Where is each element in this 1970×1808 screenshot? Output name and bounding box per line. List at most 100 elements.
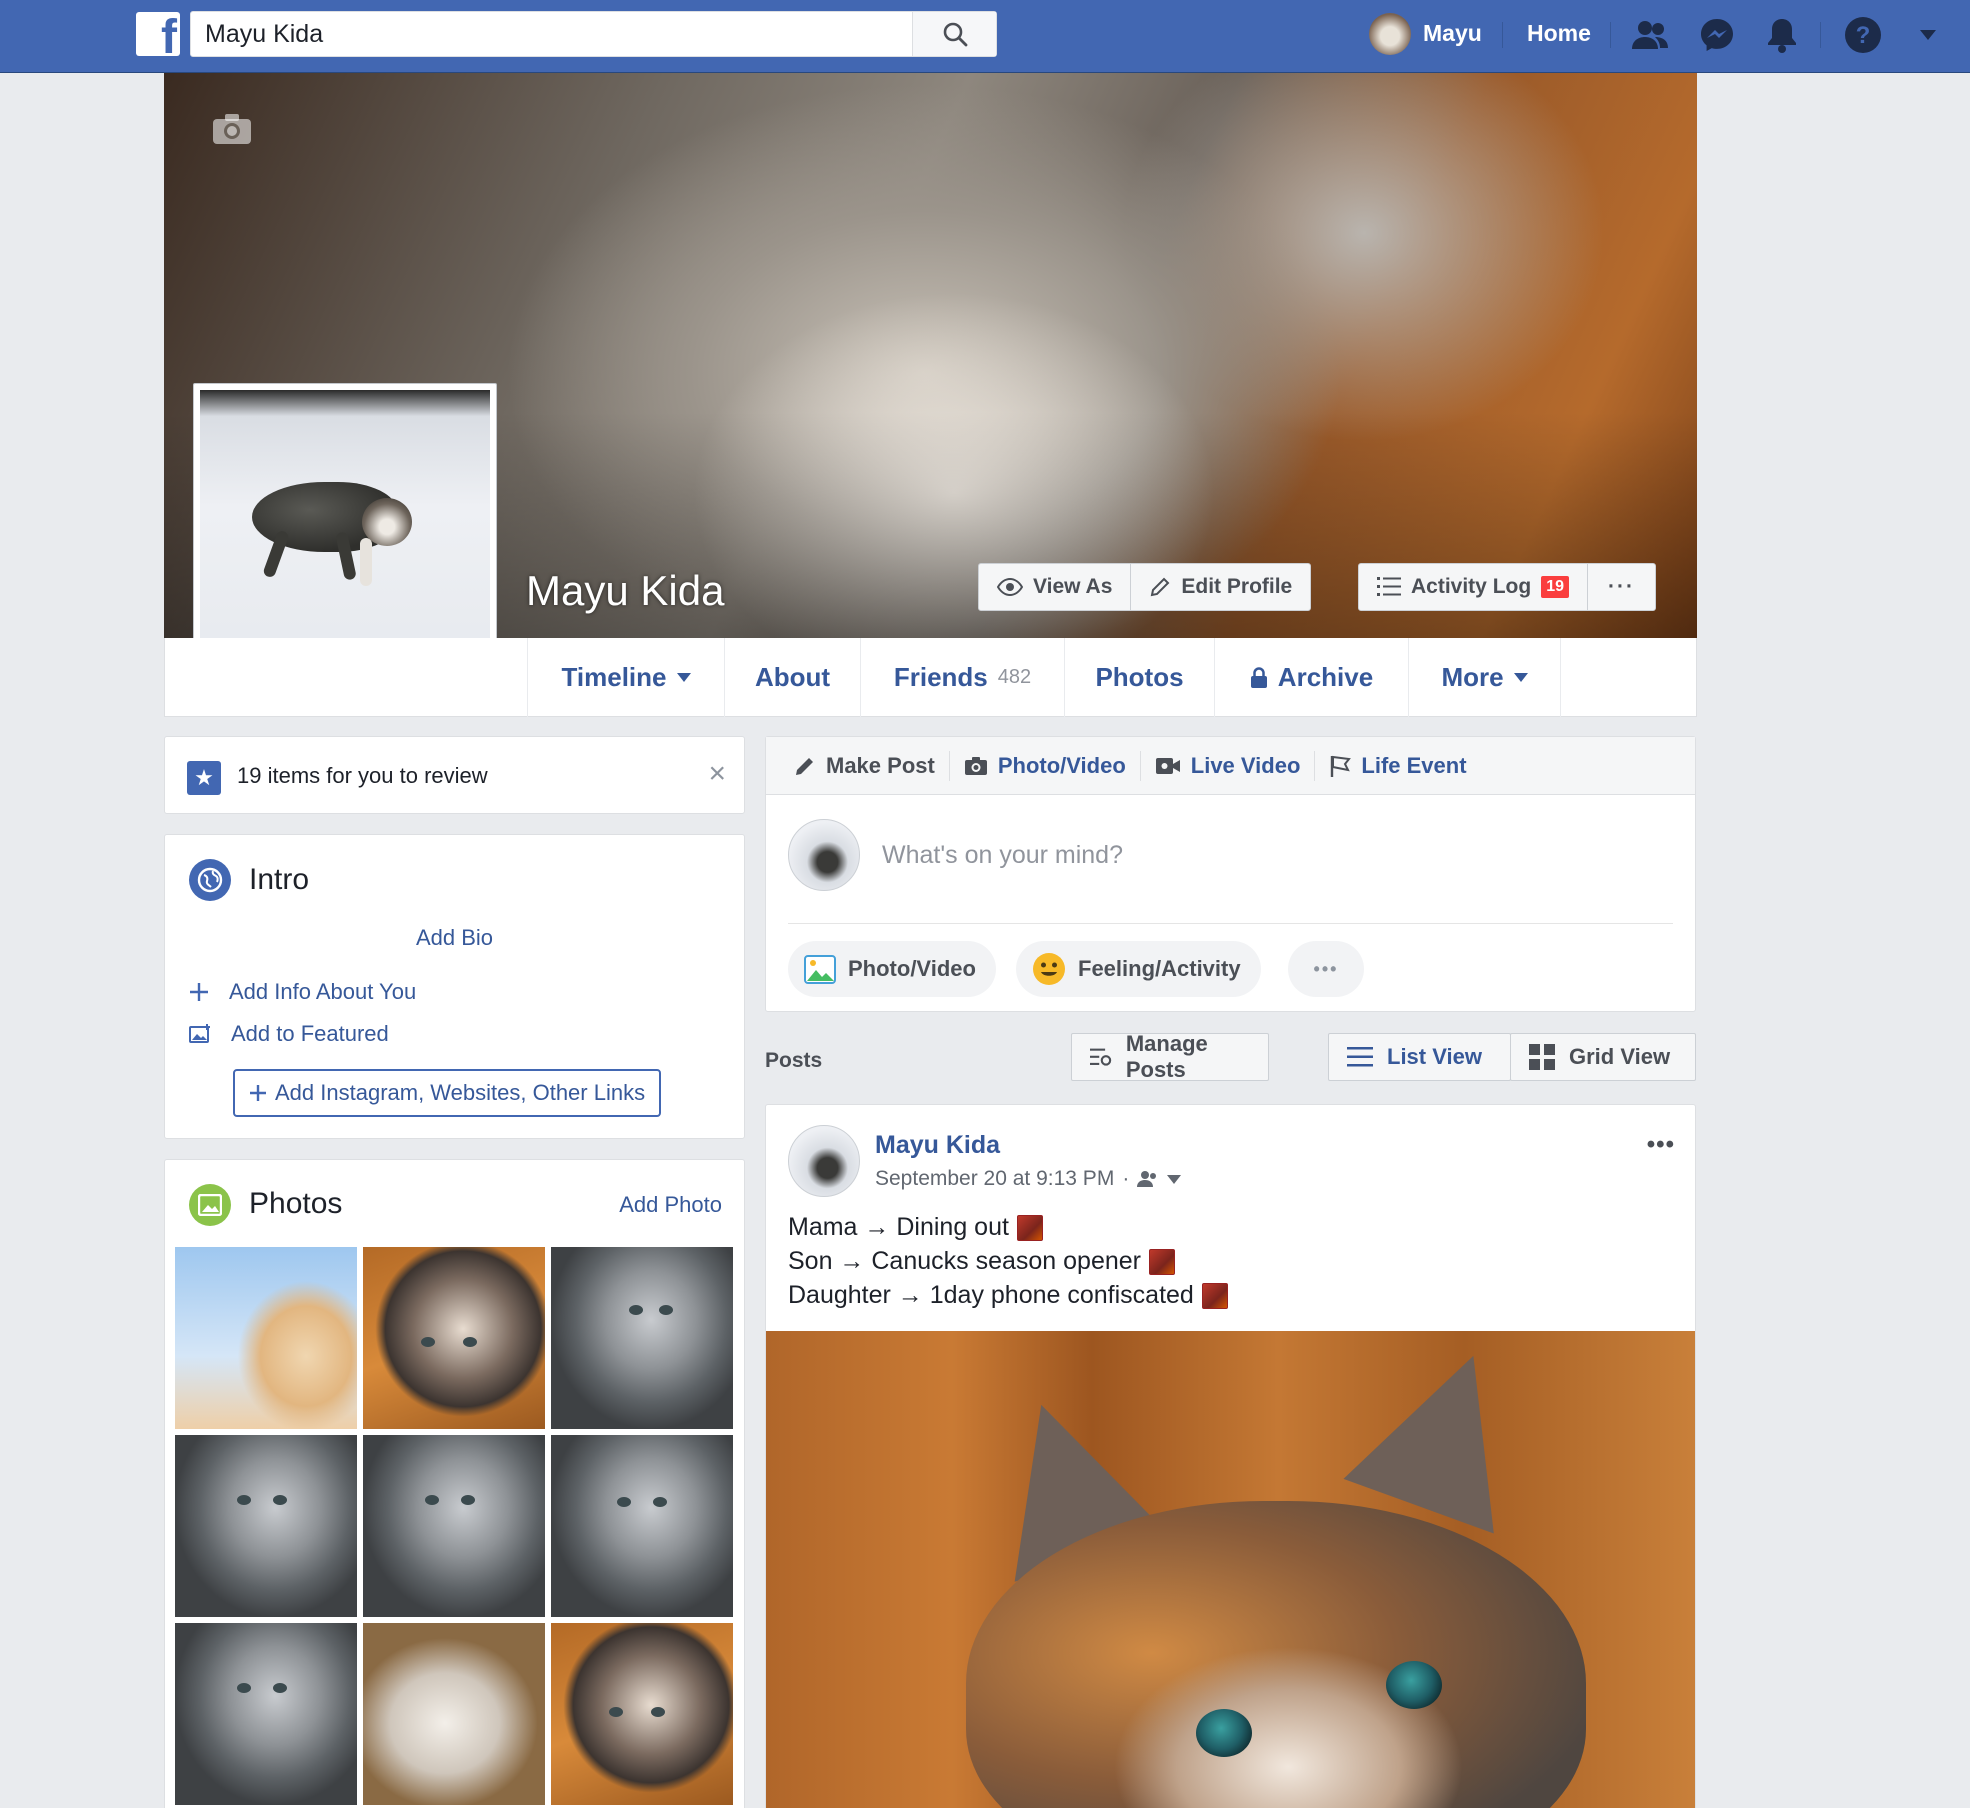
nav-user-name[interactable]: Mayu	[1423, 20, 1482, 47]
photo-thumbnail[interactable]	[175, 1435, 357, 1617]
tab-friends-label: Friends	[893, 662, 988, 692]
tab-timeline[interactable]: Timeline	[527, 638, 724, 717]
caret-down-icon[interactable]	[1167, 1174, 1182, 1184]
search-bar	[190, 11, 997, 57]
edit-profile-label: Edit Profile	[1181, 575, 1293, 598]
add-featured-link[interactable]: Add to Featured	[189, 1021, 389, 1047]
post-options-button[interactable]: •••	[1647, 1131, 1675, 1159]
settings-list-icon	[1090, 1048, 1112, 1066]
activity-log-count-badge: 19	[1541, 576, 1569, 598]
add-links-label: Add Instagram, Websites, Other Links	[275, 1080, 646, 1105]
tab-more-label: More	[1441, 662, 1504, 692]
photo-thumbnail[interactable]	[175, 1247, 357, 1429]
caret-down-icon[interactable]	[1908, 15, 1948, 55]
more-dots-icon: ···	[1607, 575, 1635, 598]
cat-leg	[360, 538, 372, 586]
photo-thumbnail[interactable]	[363, 1247, 545, 1429]
friends-count: 482	[997, 666, 1032, 688]
review-items-card[interactable]: ★ 19 items for you to review ×	[164, 736, 745, 814]
caret-down-icon	[676, 673, 691, 682]
feeling-activity-button[interactable]: Feeling/Activity	[1016, 941, 1261, 997]
view-as-label: View As	[1033, 575, 1113, 598]
profile-name[interactable]: Mayu Kida	[526, 567, 724, 615]
kitten-eye-shape	[1386, 1661, 1442, 1709]
tab-photos[interactable]: Photos	[1064, 638, 1214, 717]
plus-icon	[190, 983, 208, 1001]
plus-icon	[250, 1085, 266, 1101]
composer-tabs: Make Post Photo/Video Live Video Life Ev…	[766, 737, 1695, 795]
activity-log-label: Activity Log	[1411, 575, 1532, 598]
facebook-logo[interactable]: f	[136, 12, 180, 56]
composer-more-button[interactable]: •••	[1288, 941, 1364, 997]
cover-more-button[interactable]: ···	[1586, 564, 1655, 610]
add-photo-link[interactable]: Add Photo	[619, 1192, 722, 1218]
add-links-button[interactable]: Add Instagram, Websites, Other Links	[233, 1069, 662, 1117]
tab-about-label: About	[754, 662, 831, 692]
close-icon[interactable]: ×	[708, 757, 726, 791]
photo-thumbnail[interactable]	[175, 1623, 357, 1805]
post-meta: September 20 at 9:13 PM ·	[875, 1167, 1182, 1191]
meta-separator: ·	[1122, 1167, 1130, 1190]
photo-thumbnail[interactable]	[363, 1435, 545, 1617]
eye-icon	[997, 578, 1023, 596]
nav-home-link[interactable]: Home	[1527, 20, 1591, 47]
view-as-button[interactable]: View As	[979, 564, 1130, 610]
notifications-icon[interactable]	[1762, 15, 1802, 55]
tab-friends[interactable]: Friends 482	[860, 638, 1064, 717]
tab-photo-video-label: Photo/Video	[997, 752, 1126, 778]
help-icon[interactable]: ?	[1843, 15, 1883, 55]
post-text: Son → Canucks season opener	[788, 1247, 1141, 1275]
grid-icon	[1529, 1044, 1555, 1070]
tab-about[interactable]: About	[724, 638, 860, 717]
composer-input[interactable]: What's on your mind?	[882, 841, 1123, 870]
search-button[interactable]	[912, 12, 996, 56]
photo-thumbnail[interactable]	[551, 1623, 733, 1805]
tab-photos-label: Photos	[1095, 662, 1184, 692]
edit-profile-button[interactable]: Edit Profile	[1130, 564, 1310, 610]
post-author-avatar[interactable]	[788, 1125, 860, 1197]
photo-thumbnail[interactable]	[363, 1623, 545, 1805]
post-author-name[interactable]: Mayu Kida	[875, 1131, 1000, 1160]
manage-posts-button[interactable]: Manage Posts	[1071, 1031, 1269, 1082]
activity-log-button[interactable]: Activity Log 19	[1359, 564, 1587, 610]
friends-audience-icon[interactable]	[1137, 1170, 1159, 1188]
photo-video-button[interactable]: Photo/Video	[788, 941, 996, 997]
photos-icon	[189, 1184, 231, 1226]
add-info-label: Add Info About You	[229, 979, 417, 1004]
grid-view-label: Grid View	[1569, 1044, 1671, 1069]
tab-live-video[interactable]: Live Video	[1139, 750, 1315, 781]
user-avatar[interactable]	[1369, 13, 1411, 55]
composer-avatar[interactable]	[788, 819, 860, 891]
add-bio-link[interactable]: Add Bio	[165, 925, 744, 951]
messenger-icon[interactable]	[1697, 15, 1737, 55]
tab-more[interactable]: More	[1408, 638, 1561, 717]
tab-live-video-label: Live Video	[1190, 752, 1301, 778]
tab-timeline-label: Timeline	[561, 662, 667, 692]
list-view-label: List View	[1387, 1044, 1482, 1069]
tab-archive[interactable]: Archive	[1214, 638, 1408, 717]
nav-divider	[1820, 22, 1821, 48]
logo-letter: f	[161, 12, 177, 57]
tab-photo-video[interactable]: Photo/Video	[948, 750, 1140, 781]
photo-thumbnail[interactable]	[551, 1247, 733, 1429]
list-view-button[interactable]: List View	[1328, 1033, 1511, 1081]
post-timestamp[interactable]: September 20 at 9:13 PM	[875, 1167, 1114, 1191]
post-text: Mama → Dining out	[788, 1213, 1009, 1241]
search-input[interactable]	[205, 12, 905, 56]
friends-icon[interactable]	[1630, 15, 1670, 55]
globe-icon	[189, 859, 231, 901]
post-photo[interactable]	[766, 1331, 1695, 1808]
post-text-line: Mama → Dining out	[788, 1213, 1043, 1242]
intro-title: Intro	[249, 863, 310, 896]
tab-make-post[interactable]: Make Post	[780, 751, 949, 781]
add-info-link[interactable]: Add Info About You	[189, 979, 416, 1005]
image-add-icon	[189, 1024, 210, 1043]
nav-divider	[1610, 22, 1611, 48]
camera-icon[interactable]	[212, 113, 252, 150]
grid-view-button[interactable]: Grid View	[1510, 1033, 1696, 1081]
photo-grid	[175, 1247, 736, 1805]
manage-posts-label: Manage Posts	[1125, 1031, 1208, 1082]
photo-thumbnail[interactable]	[551, 1435, 733, 1617]
tab-life-event[interactable]: Life Event	[1314, 750, 1480, 781]
svg-text:?: ?	[1856, 22, 1871, 49]
